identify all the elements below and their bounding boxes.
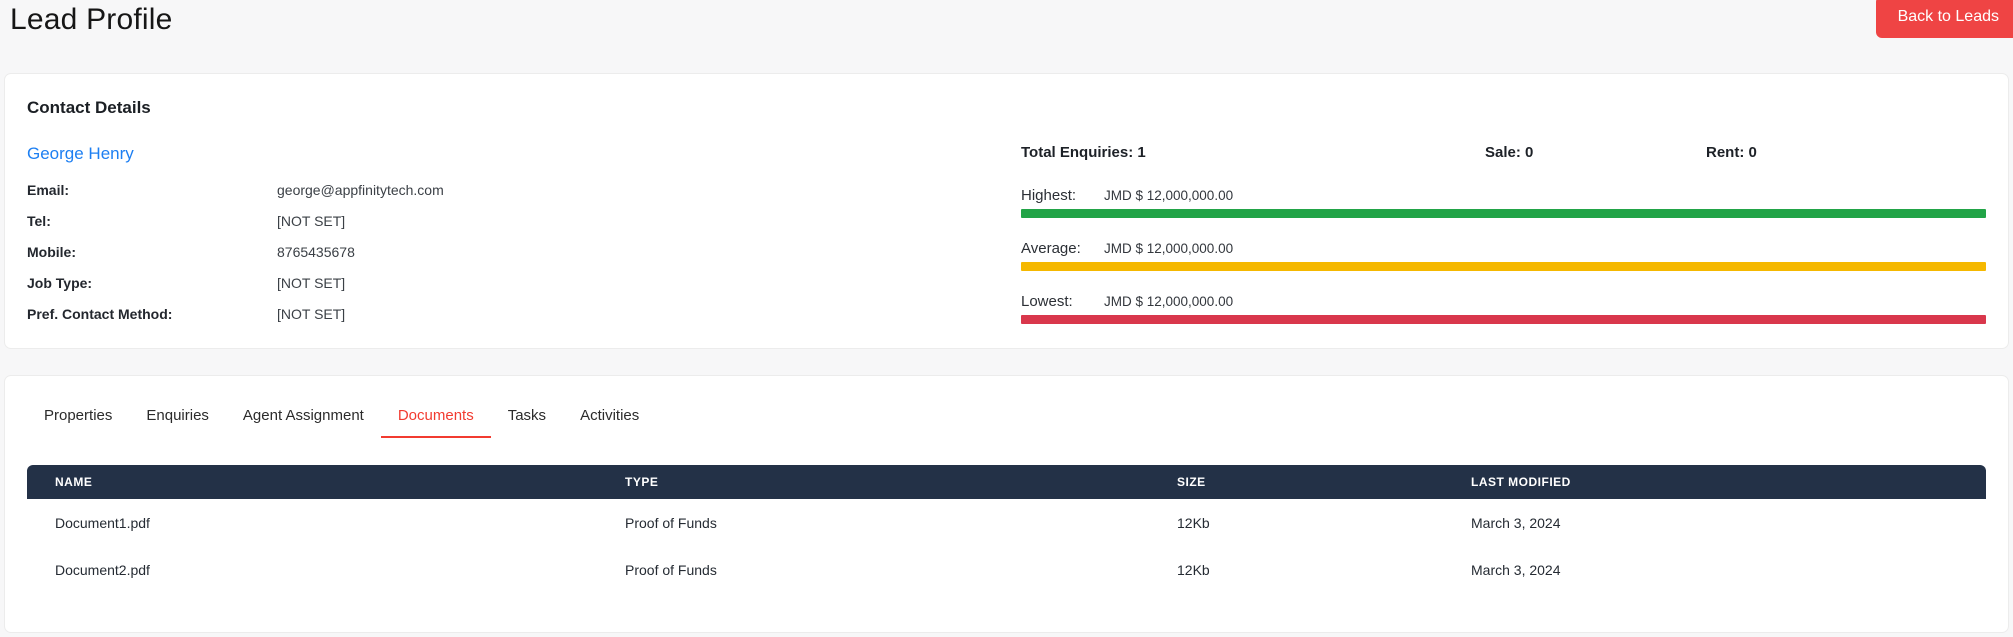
contact-name-link[interactable]: George Henry [27,144,134,164]
lead-detail-tabs-card: Properties Enquiries Agent Assignment Do… [4,375,2009,633]
doc-type-cell: Proof of Funds [625,561,717,578]
lowest-bar [1021,315,1986,324]
total-enquiries-value: 1 [1137,144,1146,161]
doc-name-cell: Document2.pdf [55,561,150,578]
contact-details-card: Contact Details George Henry Email: geor… [4,73,2009,349]
page-title: Lead Profile [10,3,173,36]
documents-table-header: NAME TYPE SIZE LAST MODIFIED [27,465,1986,499]
pref-contact-method-label: Pref. Contact Method: [27,305,173,322]
contact-field-mobile: Mobile: 8765435678 [27,236,1021,267]
tel-label: Tel: [27,212,51,229]
job-type-label: Job Type: [27,274,93,291]
sale-label: Sale: [1485,144,1521,161]
email-value: george@appfinitytech.com [277,181,444,198]
total-enquiries-stat: Total Enquiries: 1 [1021,144,1485,161]
contact-field-job-type: Job Type: [NOT SET] [27,267,1021,298]
tab-enquiries[interactable]: Enquiries [129,394,226,438]
average-label: Average: [1021,240,1081,257]
documents-table: NAME TYPE SIZE LAST MODIFIED Document1.p… [27,465,1986,593]
highest-enquiry-group: Highest: JMD $ 12,000,000.00 [1021,187,1986,218]
contact-field-pref-contact-method: Pref. Contact Method: [NOT SET] [27,298,1021,329]
back-to-leads-button[interactable]: Back to Leads [1875,0,2013,38]
contact-details-title: Contact Details [27,98,151,117]
enquiry-summary: Total Enquiries: 1 Sale: 0 Rent: 0 Highe… [1021,144,1986,346]
column-type: TYPE [625,475,659,489]
highest-value: JMD $ 12,000,000.00 [1104,188,1234,203]
tab-tasks[interactable]: Tasks [491,394,563,438]
table-row[interactable]: Document1.pdf Proof of Funds 12Kb March … [27,499,1986,546]
contact-field-email: Email: george@appfinitytech.com [27,174,1021,205]
highest-label: Highest: [1021,187,1077,204]
sale-value: 0 [1525,144,1534,161]
total-enquiries-label: Total Enquiries: [1021,144,1134,161]
table-row[interactable]: Document2.pdf Proof of Funds 12Kb March … [27,546,1986,593]
lowest-value: JMD $ 12,000,000.00 [1104,294,1234,309]
tab-activities[interactable]: Activities [563,394,656,438]
mobile-value: 8765435678 [277,243,355,260]
column-last-modified: LAST MODIFIED [1471,475,1571,489]
doc-name-cell: Document1.pdf [55,514,150,531]
average-bar [1021,262,1986,271]
tab-bar: Properties Enquiries Agent Assignment Do… [27,394,1986,438]
rent-stat: Rent: 0 [1706,144,1986,161]
pref-contact-method-value: [NOT SET] [277,305,346,322]
doc-last-modified-cell: March 3, 2024 [1471,561,1561,578]
tab-properties[interactable]: Properties [27,394,129,438]
enquiry-stats-row: Total Enquiries: 1 Sale: 0 Rent: 0 [1021,144,1986,161]
mobile-label: Mobile: [27,243,76,260]
job-type-value: [NOT SET] [277,274,346,291]
lowest-label: Lowest: [1021,293,1073,310]
tab-documents[interactable]: Documents [380,394,491,438]
tel-value: [NOT SET] [277,212,346,229]
average-enquiry-group: Average: JMD $ 12,000,000.00 [1021,240,1986,271]
highest-bar [1021,209,1986,218]
average-value: JMD $ 12,000,000.00 [1104,241,1234,256]
doc-size-cell: 12Kb [1177,514,1210,531]
sale-stat: Sale: 0 [1485,144,1706,161]
column-size: SIZE [1177,475,1206,489]
rent-label: Rent: [1706,144,1745,161]
doc-last-modified-cell: March 3, 2024 [1471,514,1561,531]
tab-agent-assignment[interactable]: Agent Assignment [226,394,381,438]
contact-field-tel: Tel: [NOT SET] [27,205,1021,236]
doc-type-cell: Proof of Funds [625,514,717,531]
column-name: NAME [55,475,93,489]
email-label: Email: [27,181,70,198]
doc-size-cell: 12Kb [1177,561,1210,578]
lowest-enquiry-group: Lowest: JMD $ 12,000,000.00 [1021,293,1986,324]
page-header: Lead Profile Back to Leads [0,0,2013,73]
rent-value: 0 [1748,144,1757,161]
contact-info: George Henry Email: george@appfinitytech… [27,144,1021,329]
